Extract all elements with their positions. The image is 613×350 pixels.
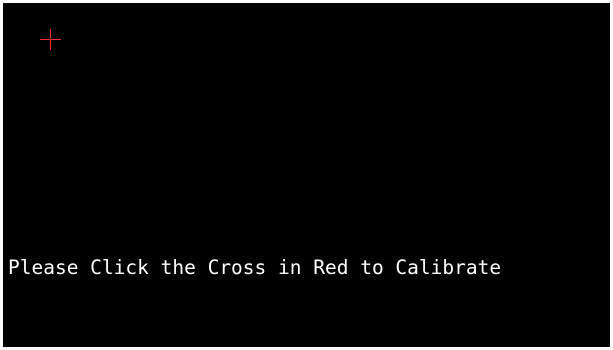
- calibration-screen: Please Click the Cross in Red to Calibra…: [3, 3, 610, 347]
- calibration-cross-icon[interactable]: [40, 29, 61, 50]
- cross-vertical-bar: [50, 29, 51, 50]
- calibration-instruction: Please Click the Cross in Red to Calibra…: [8, 256, 502, 279]
